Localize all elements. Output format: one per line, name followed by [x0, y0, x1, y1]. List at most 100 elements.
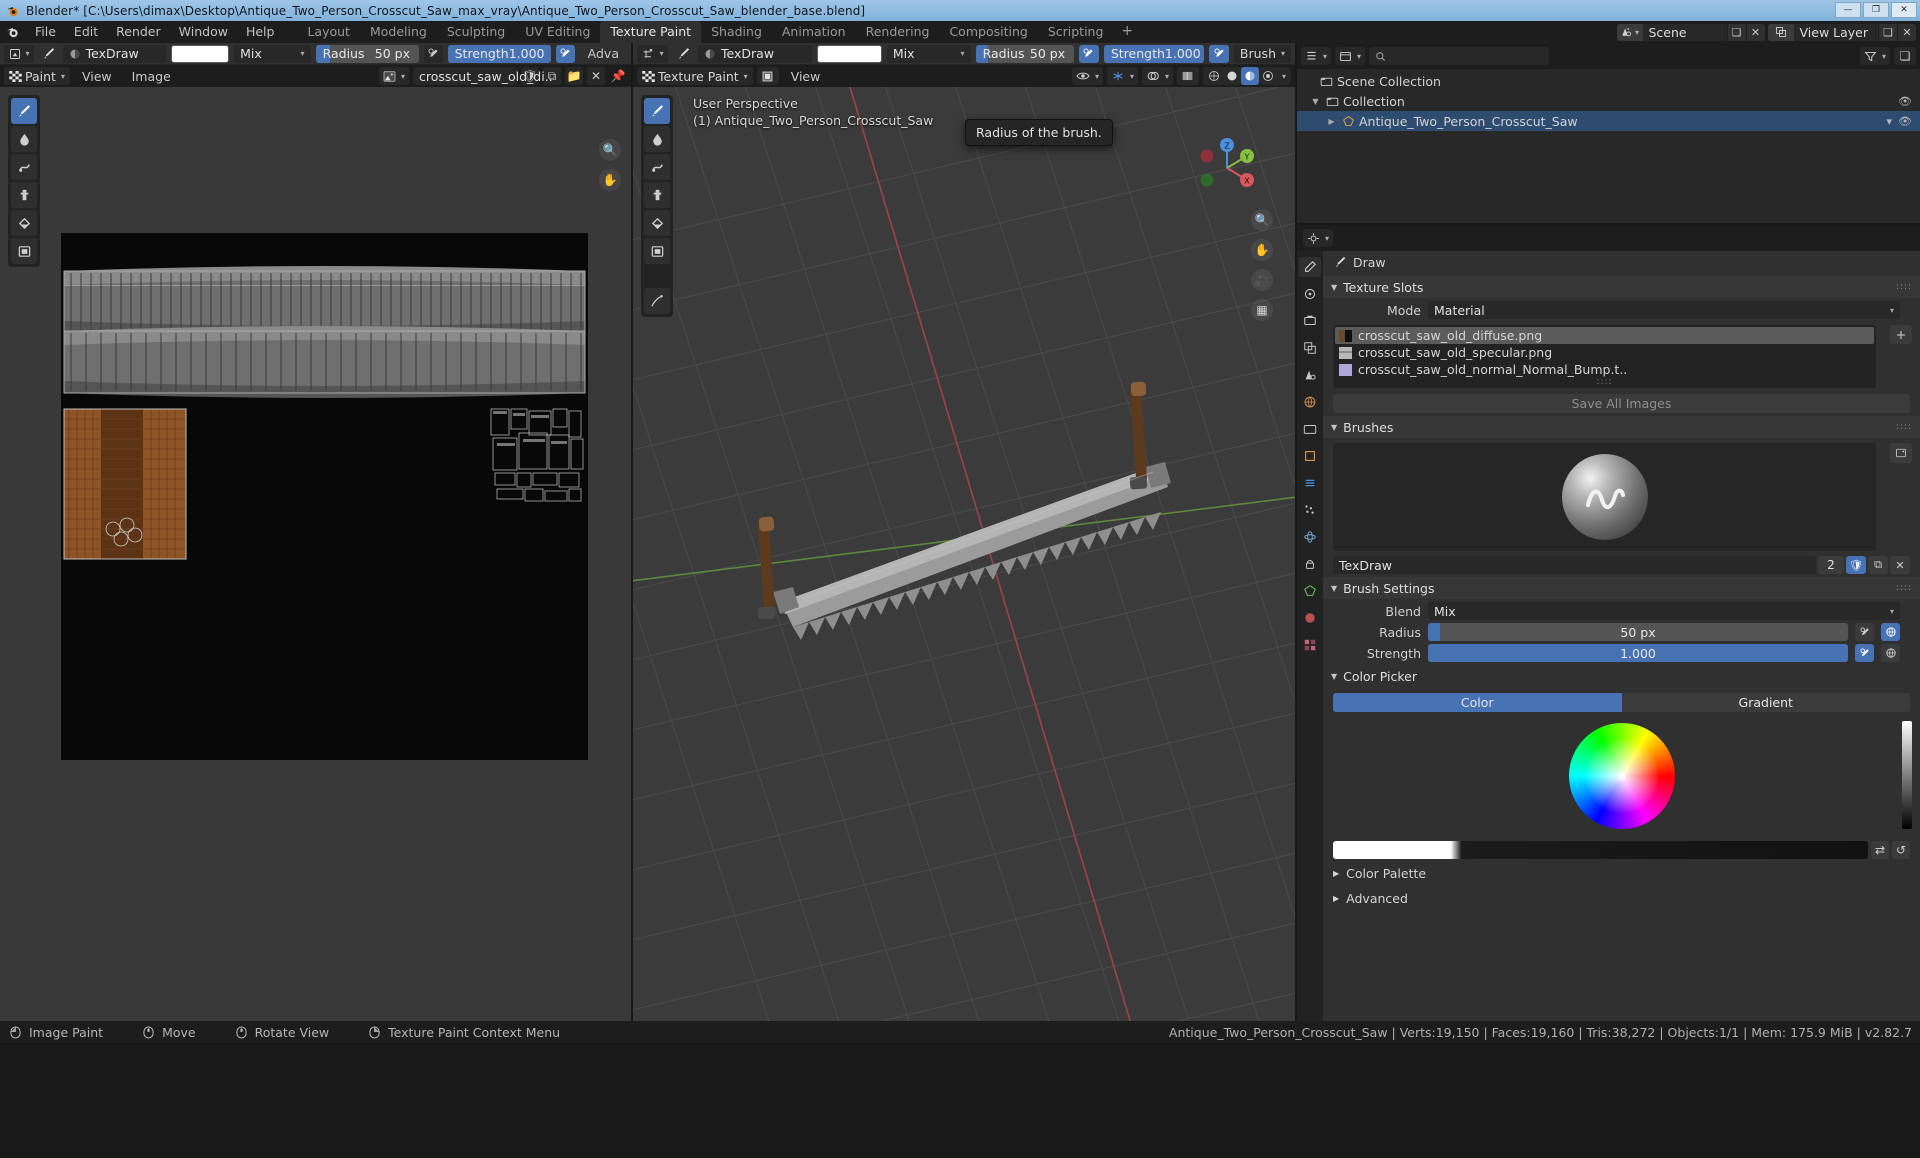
tool-mask[interactable]	[11, 238, 37, 264]
vp-xray-toggle-icon[interactable]	[1176, 67, 1199, 85]
image-editor-canvas[interactable]: 🔍 ✋	[0, 87, 631, 1043]
tab-data[interactable]	[1299, 581, 1321, 601]
tab-material[interactable]	[1299, 608, 1321, 628]
tab-gradient[interactable]: Gradient	[1621, 693, 1910, 712]
remove-viewlayer-button[interactable]: ✕	[1897, 23, 1916, 41]
menu-file[interactable]: File	[26, 22, 65, 42]
tab-tool[interactable]	[1299, 257, 1321, 277]
vp-radius-pressure-icon[interactable]	[1079, 44, 1099, 63]
panel-color-palette[interactable]: ▶ Color Palette	[1323, 863, 1920, 884]
radius-pressure-icon[interactable]	[1855, 623, 1874, 641]
tab-compositing[interactable]: Compositing	[939, 21, 1037, 43]
minimize-button[interactable]: —	[1835, 2, 1861, 18]
ie-browse-image-button[interactable]: ▾	[378, 67, 409, 85]
vp-brush-menu[interactable]: Brush ▾	[1233, 44, 1292, 63]
vp-strength-pressure-icon[interactable]	[1209, 44, 1229, 63]
navigation-gizmo[interactable]: Z Y X	[1193, 134, 1261, 202]
tab-constraint[interactable]	[1299, 554, 1321, 574]
unlink-scene-button[interactable]: ✕	[1745, 23, 1765, 41]
tab-shading[interactable]: Shading	[701, 21, 772, 43]
tab-animation[interactable]: Animation	[772, 21, 856, 43]
tab-layout[interactable]: Layout	[297, 21, 360, 43]
vp-color-swatch[interactable]	[817, 44, 882, 63]
tab-scripting[interactable]: Scripting	[1038, 21, 1114, 43]
vp-paint-mask-icon[interactable]	[756, 67, 779, 85]
panel-brushes[interactable]: ▼ Brushes ::::	[1323, 416, 1920, 438]
ie-strength-pressure-icon[interactable]	[556, 44, 575, 63]
add-workspace-button[interactable]: +	[1113, 21, 1141, 43]
vp-tool-fill[interactable]	[644, 210, 670, 236]
close-button[interactable]: ✕	[1891, 2, 1917, 18]
visibility-eye-icon[interactable]: 👁	[1898, 115, 1912, 128]
new-viewlayer-button[interactable]: ❏	[1878, 23, 1897, 41]
color-value-slider[interactable]	[1902, 721, 1912, 829]
slot-list-grip[interactable]: ::::	[1335, 378, 1874, 387]
vp-mode-selector[interactable]: Texture Paint ▾	[637, 67, 753, 85]
color-wheel-cursor[interactable]	[1618, 772, 1625, 780]
ie-pin-icon[interactable]: 📌	[609, 67, 627, 85]
brush-strength-slider[interactable]: 1.000	[1428, 644, 1848, 662]
ie-color-swatch[interactable]	[171, 44, 230, 63]
texture-slot-row[interactable]: crosscut_saw_old_normal_Normal_Bump.t..	[1335, 361, 1874, 378]
reset-color-icon[interactable]: ↺	[1892, 841, 1910, 859]
viewport-canvas[interactable]: User Perspective (1) Antique_Two_Person_…	[633, 87, 1295, 1043]
ie-advanced-menu[interactable]: Adva	[580, 46, 627, 61]
color-wheel[interactable]	[1568, 723, 1675, 829]
color-preview-bar[interactable]	[1333, 841, 1868, 859]
outliner-row-scene-collection[interactable]: Scene Collection	[1297, 71, 1920, 91]
texture-slots-mode-dropdown[interactable]: Material ▾	[1428, 301, 1900, 319]
vp-brush-name-field[interactable]: TexDraw	[698, 44, 813, 63]
tool-clone[interactable]	[11, 182, 37, 208]
twisty-icon[interactable]: ▼	[1309, 97, 1322, 106]
ie-strength-slider[interactable]: Strength 1.000	[447, 44, 552, 63]
visibility-eye-icon[interactable]: 👁	[1898, 95, 1912, 108]
shading-wireframe-icon[interactable]	[1205, 67, 1223, 85]
panel-advanced[interactable]: ▶ Advanced	[1323, 888, 1920, 909]
ie-menu-image[interactable]: Image	[124, 69, 179, 84]
texture-slot-row[interactable]: crosscut_saw_old_specular.png	[1335, 344, 1874, 361]
outliner-row-collection[interactable]: ▼ Collection 👁	[1297, 91, 1920, 111]
blender-menu-icon[interactable]	[0, 25, 26, 39]
browse-brush-preview-button[interactable]	[1890, 443, 1912, 463]
strength-pressure-icon[interactable]	[1855, 644, 1874, 662]
panel-collapse-icon[interactable]: ▼	[1331, 584, 1337, 593]
pan-hand-icon[interactable]: ✋	[599, 169, 621, 191]
tab-object[interactable]	[1299, 446, 1321, 466]
vp-tool-annotate[interactable]	[644, 288, 670, 314]
panel-expand-icon[interactable]: ▶	[1333, 894, 1339, 903]
swap-colors-icon[interactable]: ⇄	[1871, 841, 1889, 859]
zoom-icon[interactable]: 🔍	[1251, 209, 1273, 231]
vp-overlays-dropdown[interactable]: ▾	[1141, 67, 1173, 85]
tab-modeling[interactable]: Modeling	[360, 21, 437, 43]
shading-material-preview-icon[interactable]	[1240, 67, 1259, 85]
toggle-perspective-icon[interactable]: ▦	[1251, 299, 1273, 321]
brush-blend-dropdown[interactable]: Mix ▾	[1428, 602, 1900, 620]
strength-unit-scene-icon[interactable]	[1881, 644, 1900, 662]
tab-sculpting[interactable]: Sculpting	[437, 21, 515, 43]
vp-radius-slider[interactable]: Radius 50 px	[975, 44, 1075, 63]
tab-texture-paint[interactable]: Texture Paint	[600, 21, 702, 43]
filter-icon[interactable]: ▾	[1886, 115, 1892, 128]
ol-new-collection-button[interactable]: ❏	[1894, 47, 1916, 65]
panel-texture-slots[interactable]: ▼ Texture Slots ::::	[1323, 276, 1920, 298]
panel-collapse-icon[interactable]: ▼	[1331, 672, 1337, 681]
ie-radius-slider[interactable]: Radius 50 px	[315, 44, 419, 63]
brush-users-count[interactable]: 2	[1818, 556, 1844, 574]
tool-fill[interactable]	[11, 210, 37, 236]
menu-window[interactable]: Window	[170, 22, 237, 42]
ie-image-name-field[interactable]: crosscut_saw_old_di..	[413, 67, 553, 85]
crosscut-saw-model[interactable]	[633, 87, 1295, 1043]
ie-blend-mode-dropdown[interactable]: Mix ▾	[234, 44, 311, 63]
vp-blend-mode-dropdown[interactable]: Mix ▾	[886, 44, 971, 63]
panel-color-picker[interactable]: ▼ Color Picker	[1323, 665, 1920, 687]
brush-duplicate-button[interactable]: ⧉	[1868, 556, 1888, 574]
brush-preview[interactable]	[1333, 443, 1876, 551]
tool-soften[interactable]	[11, 126, 37, 152]
ie-brush-name-field[interactable]: TexDraw	[62, 44, 167, 63]
tool-draw[interactable]	[11, 98, 37, 124]
tab-output[interactable]	[1299, 311, 1321, 331]
ie-brush-tool-icon[interactable]	[39, 45, 58, 63]
outliner-row-saw-object[interactable]: ▶ Antique_Two_Person_Crosscut_Saw ▾ 👁	[1297, 111, 1920, 131]
tab-world[interactable]	[1299, 392, 1321, 412]
scene-selector[interactable]: ▾ Scene ❏ ✕	[1616, 23, 1765, 41]
